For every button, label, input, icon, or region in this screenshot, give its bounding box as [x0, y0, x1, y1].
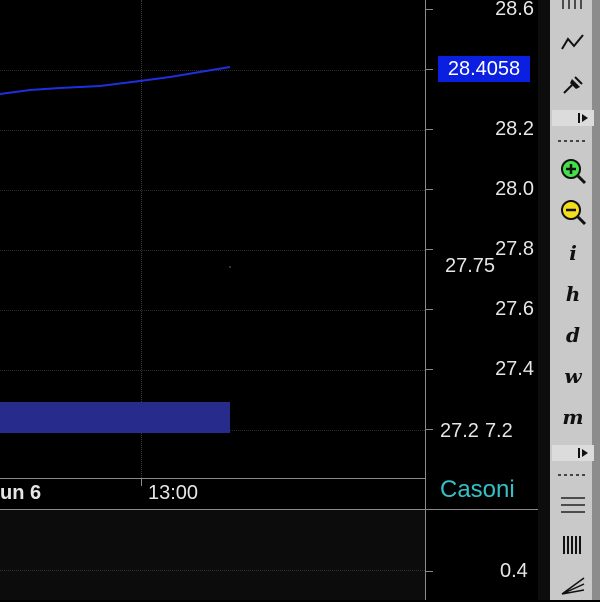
- toolbar-grip: [558, 140, 588, 142]
- horizontal-lines-button[interactable]: [552, 488, 594, 522]
- interval-weekly-button[interactable]: w: [552, 359, 594, 393]
- time-tick: [141, 478, 142, 486]
- vertical-lines-icon: [563, 536, 581, 554]
- indicator-axis-label: 0.4: [500, 560, 528, 582]
- horizontal-lines-icon: [561, 497, 585, 513]
- grid-lines-icon: [562, 0, 582, 9]
- price-label: 28.0: [495, 178, 534, 200]
- price-label: 27.2: [440, 420, 479, 442]
- date-label: un 6: [0, 482, 42, 504]
- grid-lines-button[interactable]: [552, 0, 594, 22]
- pin-button[interactable]: [552, 67, 594, 101]
- price-label: 28.6: [495, 0, 534, 20]
- interval-hourly-button[interactable]: h: [552, 277, 594, 311]
- price-label: 27.6: [495, 298, 534, 320]
- brand-watermark: Casoni: [440, 476, 515, 503]
- indicator-panel[interactable]: [0, 510, 425, 600]
- fan-icon: [561, 577, 585, 595]
- zoom-out-button[interactable]: [552, 195, 594, 229]
- toolbar-edge: [538, 0, 550, 600]
- interval-monthly-button[interactable]: m: [552, 400, 594, 434]
- current-price-badge: 28.4058: [438, 56, 530, 82]
- zoom-out-icon: [561, 200, 587, 226]
- expand-toolbar-button[interactable]: [552, 110, 594, 126]
- data-dot: [229, 266, 231, 268]
- zoom-in-icon: [561, 159, 587, 185]
- axis-tick: [426, 571, 433, 572]
- time-label: 13:00: [148, 482, 199, 504]
- zoom-in-button[interactable]: [552, 154, 594, 188]
- fan-button[interactable]: [552, 568, 594, 602]
- interval-daily-button[interactable]: d: [552, 318, 594, 352]
- volume-label: 7.2: [484, 420, 513, 442]
- volume-bar: [0, 402, 230, 433]
- time-axis-line: [0, 478, 425, 479]
- expand-toolbar-button[interactable]: [552, 445, 594, 461]
- price-line: [0, 66, 231, 95]
- trend-line-button[interactable]: [552, 25, 594, 59]
- trend-line-icon: [561, 34, 584, 50]
- price-label: 28.2: [495, 118, 534, 140]
- crosshair-value: 27.75: [445, 255, 496, 277]
- interval-intraday-button[interactable]: i: [552, 236, 594, 270]
- pin-icon: [563, 76, 583, 94]
- grid-line: [0, 570, 425, 571]
- vertical-lines-button[interactable]: [552, 528, 594, 562]
- price-label: 27.4: [495, 358, 534, 380]
- volume-axis-labels: 27.2 7.2: [440, 420, 519, 443]
- toolbar-grip: [558, 474, 588, 476]
